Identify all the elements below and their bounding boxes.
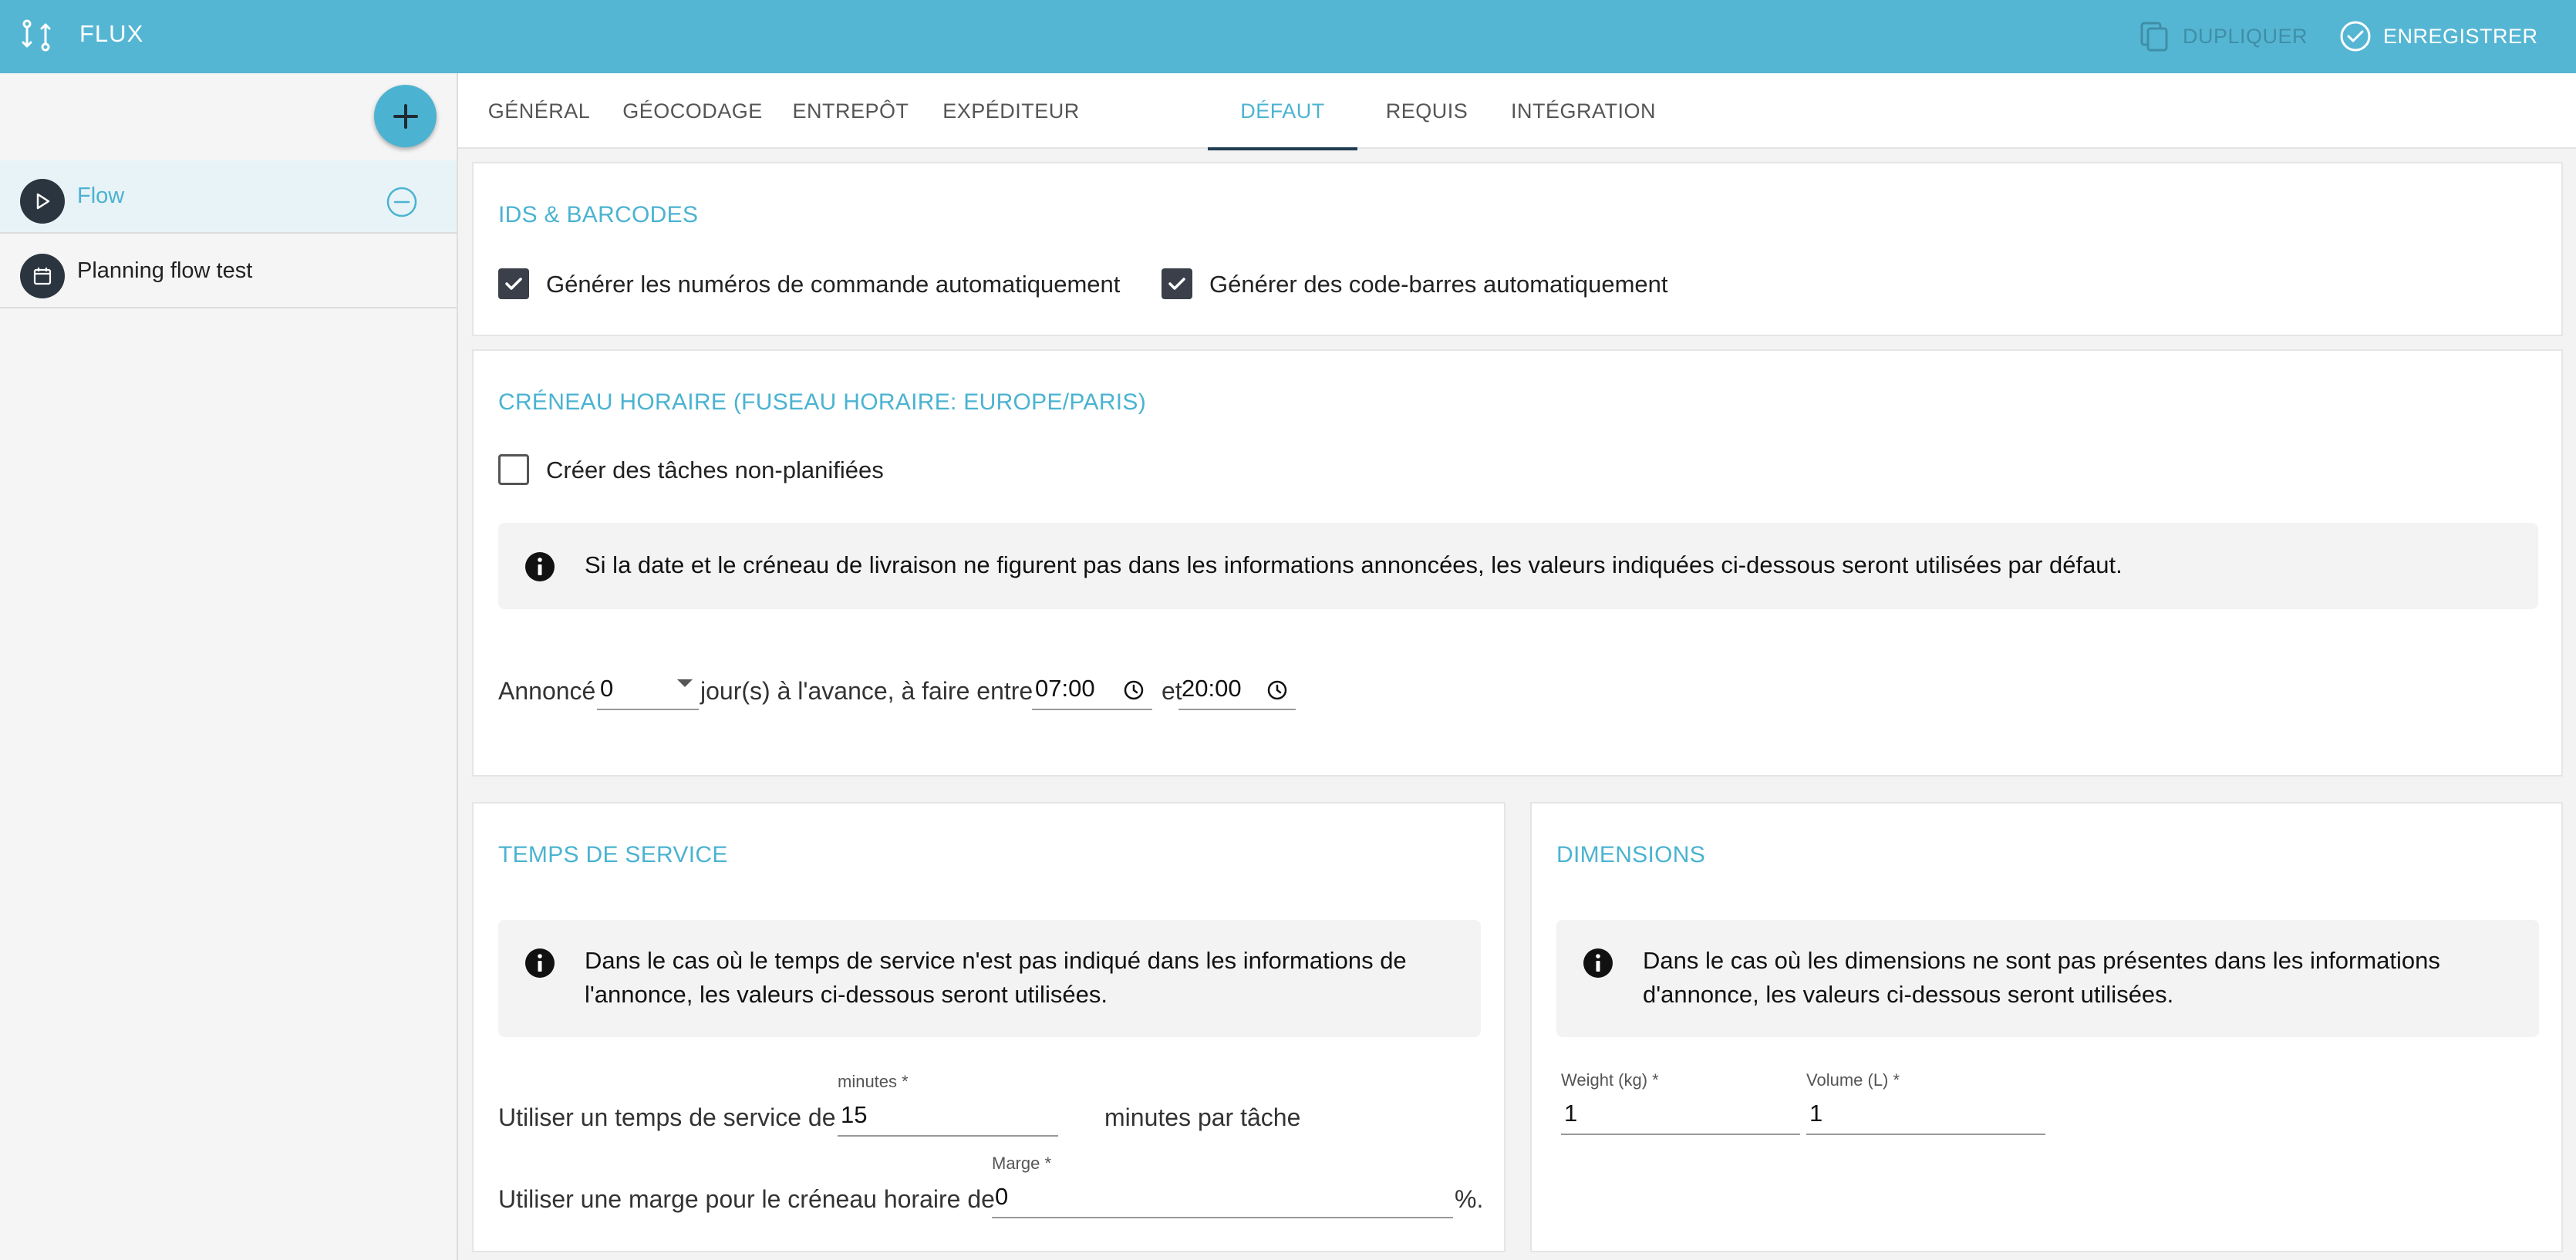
add-flow-button[interactable] xyxy=(374,85,437,147)
tab-bar: GÉNÉRAL GÉOCODAGE ENTREPÔT EXPÉDITEUR DÉ… xyxy=(458,73,2576,150)
tab-label: ENTREPÔT xyxy=(792,99,909,123)
info-text: Dans le cas où le temps de service n'est… xyxy=(585,947,1407,1008)
info-box: Si la date et le créneau de livraison ne… xyxy=(498,523,2538,609)
weight-value: 1 xyxy=(1564,1100,1578,1127)
tab-default[interactable]: DÉFAUT xyxy=(1208,73,1357,150)
from-time-value: 07:00 xyxy=(1035,675,1095,702)
service-suffix-label: minutes par tâche xyxy=(1104,1103,1301,1131)
ids-barcodes-card: IDS & BARCODES Générer les numéros de co… xyxy=(472,162,2563,336)
check-icon xyxy=(505,278,522,290)
sidebar: Flow Planning flow test xyxy=(0,73,458,1260)
tab-warehouse[interactable]: ENTREPÔT xyxy=(777,73,924,149)
auto-barcode-checkbox[interactable] xyxy=(1162,268,1192,299)
days-ahead-value: 0 xyxy=(600,675,614,702)
tab-label: EXPÉDITEUR xyxy=(942,99,1080,123)
clock-icon[interactable] xyxy=(1123,679,1145,701)
plus-icon xyxy=(393,103,418,129)
tab-geocoding[interactable]: GÉOCODAGE xyxy=(608,73,777,149)
check-icon xyxy=(1168,278,1185,290)
info-icon xyxy=(1583,948,1613,978)
duplicate-button-label: DUPLIQUER xyxy=(2183,24,2308,48)
sidebar-item-label: Planning flow test xyxy=(77,258,253,283)
service-minutes-value: 15 xyxy=(841,1101,868,1128)
minutes-field-label: minutes * xyxy=(838,1072,909,1091)
margin-suffix-label: %. xyxy=(1455,1185,1484,1213)
app-header: FLUX DUPLIQUER ENREGISTRER xyxy=(0,0,2576,73)
margin-value: 0 xyxy=(995,1183,1009,1210)
card-title: CRÉNEAU HORAIRE (FUSEAU HORAIRE: EUROPE/… xyxy=(498,389,1147,415)
tab-shipper[interactable]: EXPÉDITEUR xyxy=(924,73,1098,149)
info-icon xyxy=(525,552,555,581)
save-button[interactable]: ENREGISTRER xyxy=(2338,17,2538,56)
tab-integration[interactable]: INTÉGRATION xyxy=(1496,73,1671,149)
time-slot-card: CRÉNEAU HORAIRE (FUSEAU HORAIRE: EUROPE/… xyxy=(472,349,2563,777)
tab-general[interactable]: GÉNÉRAL xyxy=(470,73,608,149)
auto-barcode-label: Générer des code-barres automatiquement xyxy=(1209,271,1668,298)
days-suffix-label: jour(s) à l'avance, à faire entre xyxy=(700,677,1033,705)
card-title: TEMPS DE SERVICE xyxy=(498,842,728,868)
copy-icon xyxy=(2140,22,2168,52)
sidebar-item-planning[interactable]: Planning flow test xyxy=(0,235,457,308)
info-icon xyxy=(525,948,555,978)
info-text: Si la date et le créneau de livraison ne… xyxy=(585,551,2123,578)
days-ahead-select[interactable]: 0 xyxy=(597,667,699,710)
tab-label: REQUIS xyxy=(1385,99,1468,123)
weight-field-label: Weight (kg) * xyxy=(1561,1070,1659,1090)
volume-input[interactable]: 1 xyxy=(1806,1092,2045,1135)
unplanned-tasks-label: Créer des tâches non-planifiées xyxy=(546,456,884,483)
tab-label: GÉNÉRAL xyxy=(487,99,591,123)
dimensions-card: DIMENSIONS Dans le cas où les dimensions… xyxy=(1530,802,2563,1252)
info-box: Dans le cas où le temps de service n'est… xyxy=(498,920,1481,1037)
save-button-label: ENREGISTRER xyxy=(2383,24,2538,48)
app-title: FLUX xyxy=(79,20,144,47)
service-prefix-label: Utiliser un temps de service de xyxy=(498,1103,836,1131)
card-title: DIMENSIONS xyxy=(1556,842,1706,868)
margin-prefix-label: Utiliser une marge pour le créneau horai… xyxy=(498,1185,995,1213)
unplanned-tasks-checkbox[interactable] xyxy=(498,454,529,485)
flow-logo-icon xyxy=(22,19,51,52)
tab-required[interactable]: REQUIS xyxy=(1357,73,1496,149)
info-text: Dans le cas où les dimensions ne sont pa… xyxy=(1643,947,2440,1008)
announced-label: Annoncé xyxy=(498,677,596,705)
sidebar-item-label: Flow xyxy=(77,184,125,208)
volume-field-label: Volume (L) * xyxy=(1806,1070,1900,1090)
from-time-input[interactable]: 07:00 xyxy=(1032,667,1152,710)
dropdown-arrow-icon xyxy=(677,679,693,687)
sidebar-item-flow[interactable]: Flow xyxy=(0,160,457,234)
play-icon xyxy=(20,179,65,224)
margin-field-label: Marge * xyxy=(992,1154,1052,1173)
tab-label: GÉOCODAGE xyxy=(622,99,763,123)
tab-label: INTÉGRATION xyxy=(1510,99,1656,123)
service-minutes-input[interactable]: 15 xyxy=(838,1093,1058,1137)
auto-order-number-checkbox[interactable] xyxy=(498,268,529,299)
calendar-icon xyxy=(20,254,65,298)
service-time-card: TEMPS DE SERVICE Dans le cas où le temps… xyxy=(472,802,1505,1252)
tab-label: DÉFAUT xyxy=(1240,99,1325,123)
check-circle-icon xyxy=(2340,21,2371,52)
remove-circle-icon[interactable] xyxy=(386,186,418,218)
weight-input[interactable]: 1 xyxy=(1561,1092,1800,1135)
to-time-input[interactable]: 20:00 xyxy=(1178,667,1296,710)
info-box: Dans le cas où les dimensions ne sont pa… xyxy=(1556,920,2539,1037)
duplicate-button[interactable]: DUPLIQUER xyxy=(2138,17,2308,56)
margin-input[interactable]: 0 xyxy=(992,1175,1453,1218)
clock-icon[interactable] xyxy=(1266,679,1288,701)
to-time-value: 20:00 xyxy=(1182,675,1242,702)
volume-value: 1 xyxy=(1809,1100,1823,1127)
card-title: IDS & BARCODES xyxy=(498,202,699,227)
auto-order-number-label: Générer les numéros de commande automati… xyxy=(546,271,1121,298)
